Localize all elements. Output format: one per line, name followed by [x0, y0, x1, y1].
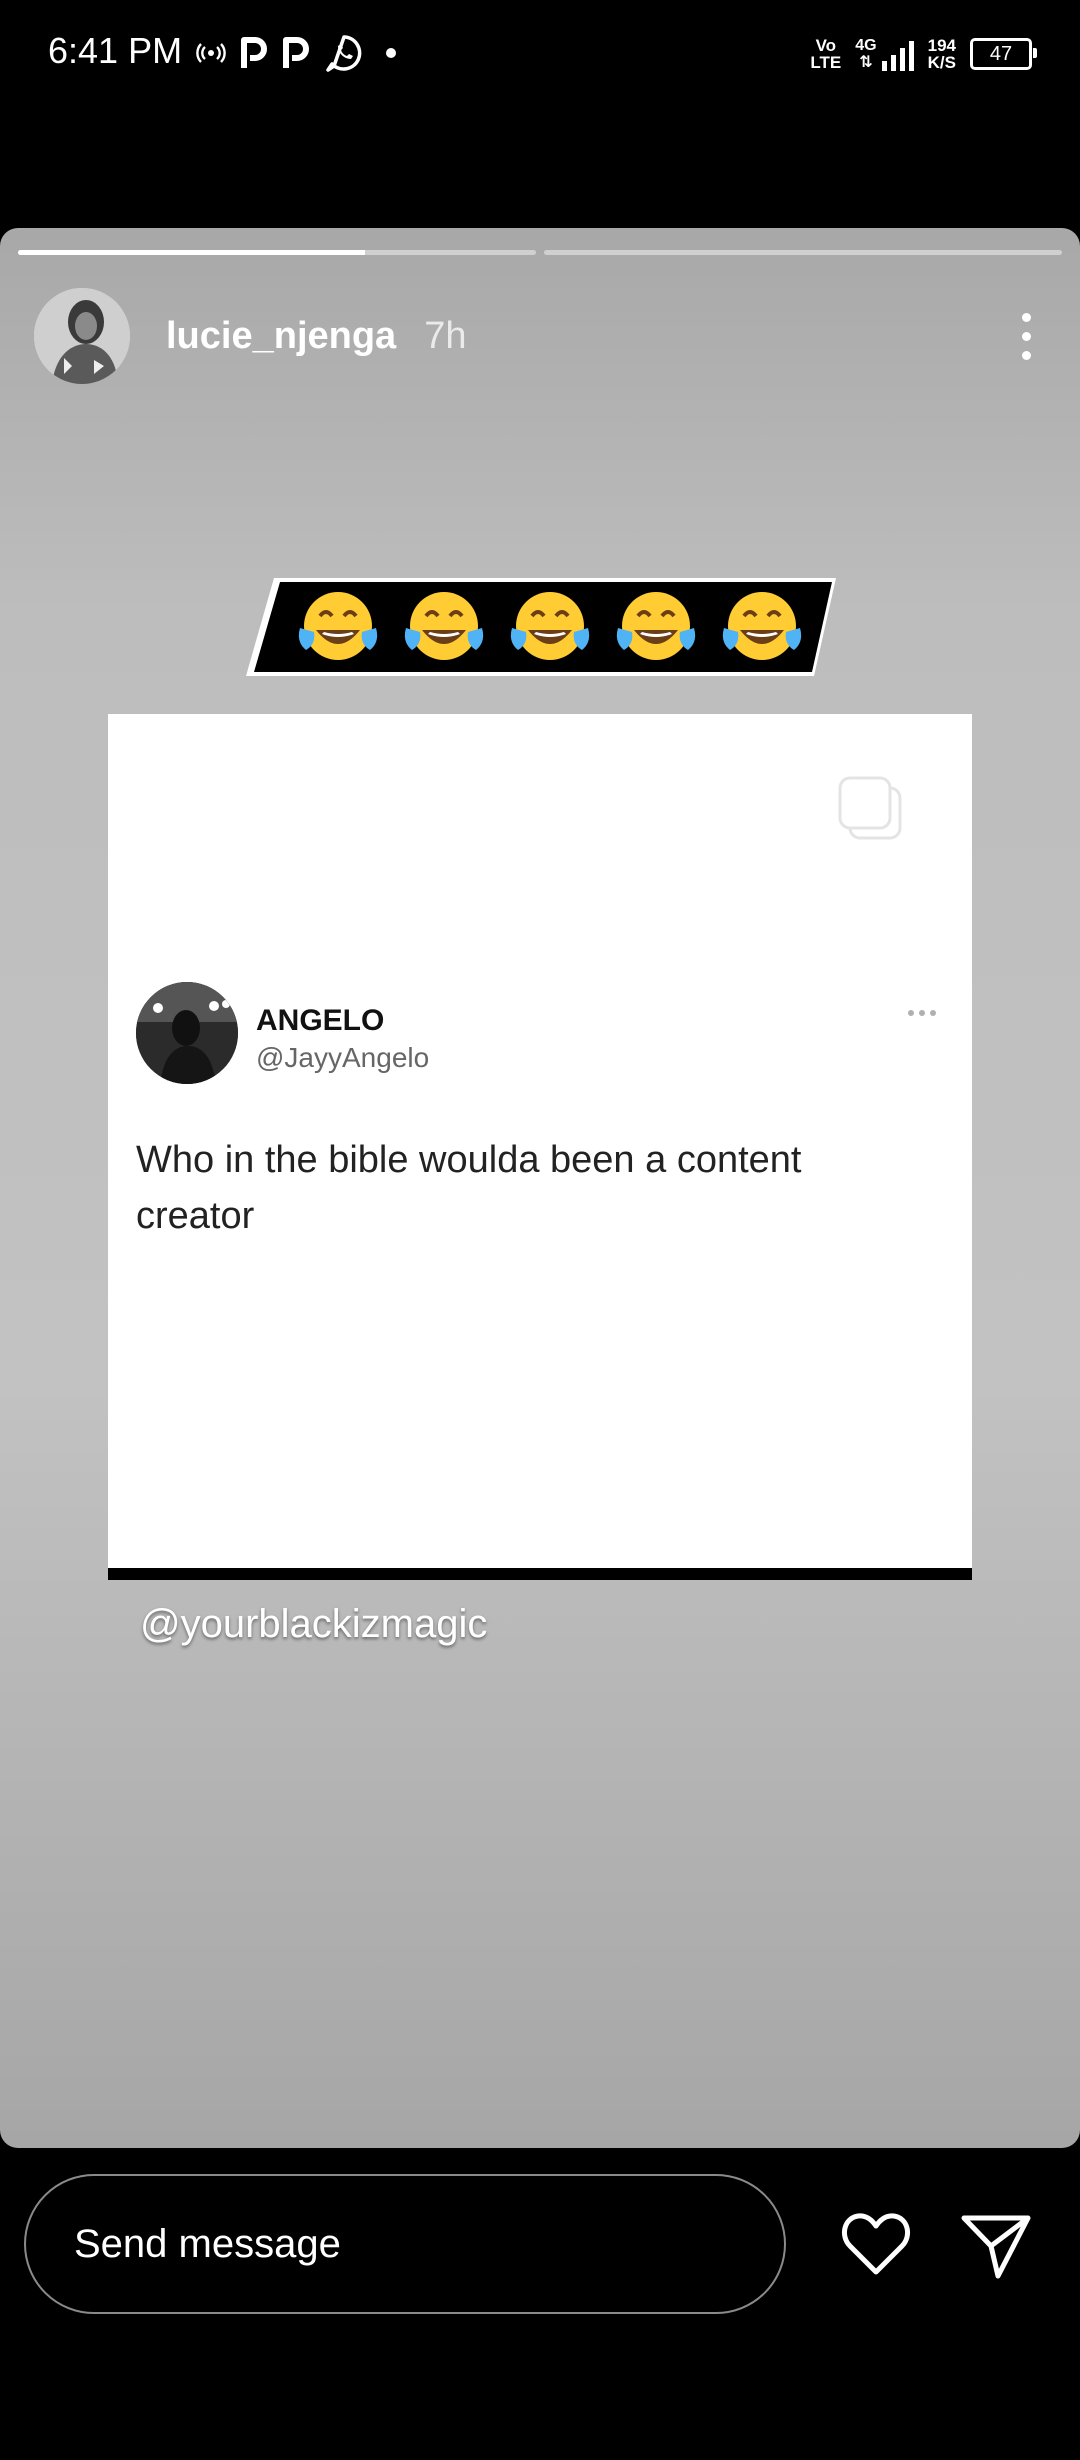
story-progress	[18, 250, 1062, 255]
p-app-icon	[240, 36, 268, 70]
tears-of-joy-emoji-icon	[296, 588, 380, 666]
tweet-text: Who in the bible woulda been a content c…	[136, 1139, 802, 1237]
notification-icons	[196, 28, 396, 78]
tweet-author-name: ANGELO	[256, 1004, 385, 1037]
tears-of-joy-emoji-icon	[508, 588, 592, 666]
tweet-more-icon	[908, 1010, 936, 1016]
status-bar: 6:41 PM Vo LTE 4G ⇅ 194 K/S 47	[0, 0, 1080, 110]
tears-of-joy-emoji-icon	[720, 588, 804, 666]
battery-icon: 47	[970, 38, 1037, 70]
story-viewer[interactable]: lucie_njenga 7h ANGELO @JayyAngelo Who i…	[0, 228, 1080, 2148]
volte-indicator: Vo LTE	[810, 36, 842, 72]
multiple-images-icon	[838, 776, 902, 840]
tweet-author-handle: @JayyAngelo	[256, 1042, 430, 1073]
p-app-icon	[282, 36, 310, 70]
notification-dot-icon	[386, 48, 396, 58]
send-message-input[interactable]	[24, 2174, 786, 2314]
credit-mention[interactable]: @yourblackizmagic	[140, 1602, 487, 1647]
whatsapp-icon	[324, 33, 364, 73]
hotspot-icon	[196, 41, 226, 65]
story-time: 7h	[424, 314, 467, 357]
progress-segment	[18, 250, 536, 255]
signal-icon: 4G ⇅	[855, 37, 914, 71]
avatar[interactable]	[34, 288, 130, 384]
send-icon	[961, 2215, 1031, 2279]
story-username[interactable]: lucie_njenga	[166, 315, 396, 358]
divider	[108, 1568, 972, 1580]
share-button[interactable]	[958, 2206, 1034, 2282]
system-indicators: Vo LTE 4G ⇅ 194 K/S 47	[810, 28, 1037, 80]
tears-of-joy-emoji-icon	[614, 588, 698, 666]
emoji-sticker	[246, 576, 836, 678]
story-header: lucie_njenga 7h	[34, 284, 1046, 388]
tweet-card: ANGELO @JayyAngelo Who in the bible woul…	[108, 714, 972, 1580]
like-button[interactable]	[838, 2206, 914, 2282]
heart-icon	[841, 2213, 911, 2275]
more-options-icon[interactable]	[1006, 306, 1046, 366]
battery-level: 47	[989, 42, 1013, 65]
tears-of-joy-emoji-icon	[402, 588, 486, 666]
progress-segment	[544, 250, 1062, 255]
status-time: 6:41 PM	[48, 30, 183, 71]
tweet-avatar	[136, 982, 238, 1084]
network-speed: 194 K/S	[927, 36, 956, 72]
